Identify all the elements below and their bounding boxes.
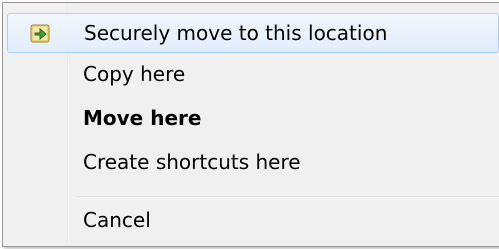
menu-item-move-here[interactable]: Move here — [7, 98, 499, 138]
menu-separator-highlight — [75, 197, 499, 198]
secure-move-icon — [30, 22, 52, 44]
menu-item-label: Securely move to this location — [84, 21, 388, 45]
menu-item-label: Copy here — [83, 62, 186, 86]
menu-item-label: Move here — [83, 106, 202, 130]
context-menu: Securely move to this location Copy here… — [2, 2, 499, 247]
menu-item-copy-here[interactable]: Copy here — [7, 54, 499, 94]
menu-item-cancel[interactable]: Cancel — [7, 200, 499, 240]
menu-item-create-shortcuts[interactable]: Create shortcuts here — [7, 142, 499, 182]
menu-item-label: Create shortcuts here — [83, 150, 301, 174]
menu-item-label: Cancel — [83, 208, 151, 232]
menu-item-securely-move[interactable]: Securely move to this location — [7, 13, 499, 53]
